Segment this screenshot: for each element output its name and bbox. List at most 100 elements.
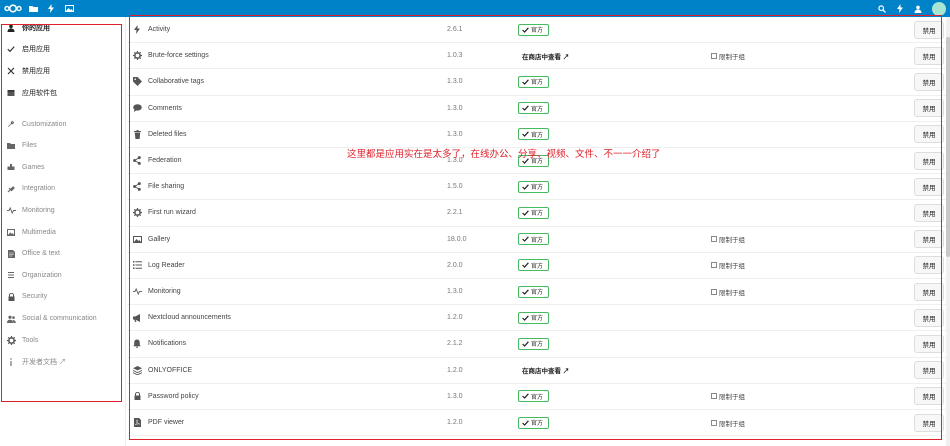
limit-to-groups-checkbox[interactable]: 限制于组 [711,260,745,270]
sidebar-item-2[interactable]: 禁用应用 [0,60,125,82]
comment-icon [131,102,143,114]
limit-to-groups-checkbox[interactable]: 限制于组 [711,391,745,401]
sidebar-category-5[interactable]: Multimedia [0,221,125,243]
limit-to-groups-checkbox[interactable]: 限制于组 [711,234,745,244]
sidebar-category-9[interactable]: Social & communication [0,308,125,330]
app-name[interactable]: Nextcloud announcements [148,314,231,321]
app-row: PDF viewer 1.2.0 官方 限制于组 禁用 [127,410,950,437]
app-version: 1.3.0 [447,392,463,400]
official-label: 官方 [531,263,544,270]
official-badge: 官方 [518,337,550,350]
sidebar-item-0[interactable]: 你的应用 [0,17,125,39]
scrollbar-thumb[interactable] [946,37,950,257]
app-version: 2.6.1 [447,26,463,34]
sidebar-item-1[interactable]: 启用应用 [0,39,125,61]
official-badge: 官方 [518,23,550,36]
sidebar-category-6[interactable]: Office & text [0,243,125,265]
app-name[interactable]: Collaborative tags [148,78,204,85]
checkbox[interactable] [711,52,717,59]
disable-button[interactable]: 禁用 [914,99,944,118]
check-icon [522,236,529,243]
checkbox[interactable] [711,236,717,243]
app-version: 2.1.2 [447,340,463,348]
limit-to-groups-checkbox[interactable]: 限制于组 [711,287,745,297]
check-icon [522,341,529,347]
official-badge: 官方 [518,180,550,193]
disable-button[interactable]: 禁用 [914,125,944,144]
app-name[interactable]: Activity [148,26,170,33]
sidebar-category-7[interactable]: Organization [0,265,125,287]
top-header [0,0,950,17]
sidebar-category-4[interactable]: Monitoring [0,200,125,222]
checkbox[interactable] [711,393,717,400]
sidebar-item-label: 启用应用 [22,46,50,54]
app-row: Notifications 2.1.2 官方 禁用 [127,331,950,358]
app-name[interactable]: Federation [148,157,181,164]
app-name[interactable]: Password policy [148,393,199,400]
gallery-icon[interactable] [62,0,76,17]
disable-button[interactable]: 禁用 [914,308,944,327]
disable-button[interactable]: 禁用 [914,256,944,275]
lock-icon [6,292,16,302]
disable-button[interactable]: 禁用 [914,177,944,196]
app-row: Log Reader 2.0.0 官方 限制于组 禁用 [127,253,950,279]
sidebar-category-3[interactable]: Integration [0,178,125,200]
app-name[interactable]: Comments [148,105,182,112]
view-in-store-link[interactable]: 在商店中查看 ↗ [522,51,569,61]
app-name[interactable]: Monitoring [148,288,181,295]
app-row-partial [127,436,950,446]
notifications-icon[interactable] [894,0,906,17]
search-icon[interactable] [876,0,888,17]
sidebar-category-label: Customization [22,120,67,128]
user-avatar[interactable] [932,1,946,16]
annotation-text: 这里都是应用实在是太多了，在线办公、分享、视频、文件、不一一介绍了 [347,149,661,160]
disable-button[interactable]: 禁用 [914,230,944,249]
sidebar-category-10[interactable]: Tools [0,329,125,351]
app-version: 2.0.0 [447,261,463,269]
disable-button[interactable]: 禁用 [914,413,944,432]
sidebar-item-3[interactable]: 应用软件包 [0,82,125,104]
app-name[interactable]: Notifications [148,340,186,347]
games-icon [6,162,16,172]
view-in-store-link[interactable]: 在商店中查看 ↗ [522,365,569,375]
sidebar-category-11[interactable]: 开发者文档 ↗ [0,351,125,373]
app-list: Activity 2.6.1 官方 禁用 Brute-force setting… [127,17,950,446]
files-icon[interactable] [26,0,40,17]
disable-button[interactable]: 禁用 [914,46,944,65]
limit-to-groups-checkbox[interactable]: 限制于组 [711,418,745,428]
contacts-icon[interactable] [912,0,924,17]
app-name[interactable]: File sharing [148,183,184,190]
app-name[interactable]: Gallery [148,236,170,243]
activity-icon[interactable] [44,0,58,17]
folder-icon [6,141,16,151]
app-name[interactable]: ONLYOFFICE [148,367,192,374]
disable-button[interactable]: 禁用 [914,203,944,222]
disable-button[interactable]: 禁用 [914,361,944,380]
disable-button[interactable]: 禁用 [914,334,944,353]
app-name[interactable]: Brute-force settings [148,52,209,59]
app-name[interactable]: PDF viewer [148,419,184,426]
checkbox[interactable] [711,288,717,295]
nextcloud-logo-icon[interactable] [4,0,22,17]
disable-button[interactable]: 禁用 [914,20,944,39]
app-name[interactable]: Log Reader [148,262,185,269]
app-row: Comments 1.3.0 官方 禁用 [127,96,950,122]
official-badge: 官方 [518,416,550,429]
sidebar-category-2[interactable]: Games [0,157,125,179]
sidebar-category-8[interactable]: Security [0,286,125,308]
monitoring-icon [6,206,16,216]
app-name[interactable]: First run wizard [148,209,196,216]
disable-button[interactable]: 禁用 [914,72,944,91]
disable-button[interactable]: 禁用 [914,151,944,170]
check-icon [522,131,529,138]
checkbox[interactable] [711,419,717,426]
checkbox[interactable] [711,262,717,269]
app-name[interactable]: Deleted files [148,131,187,138]
limit-to-groups-checkbox[interactable]: 限制于组 [711,51,745,61]
disable-button[interactable]: 禁用 [914,387,944,406]
disable-button[interactable]: 禁用 [914,282,944,301]
app-version: 1.2.0 [447,366,463,374]
sidebar-category-0[interactable]: Customization [0,113,125,135]
scrollbar[interactable] [946,17,950,446]
sidebar-category-1[interactable]: Files [0,135,125,157]
